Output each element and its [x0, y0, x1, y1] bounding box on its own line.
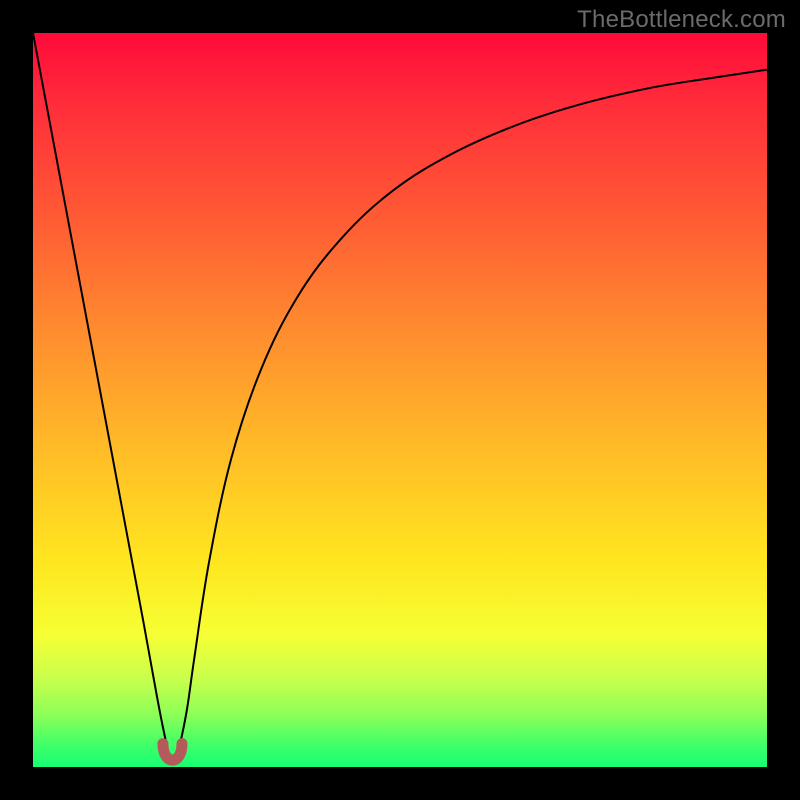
bottom-u-cap — [163, 744, 182, 761]
watermark-text: TheBottleneck.com — [577, 6, 786, 34]
plot-area — [33, 33, 767, 767]
chart-frame: TheBottleneck.com — [0, 0, 800, 800]
curve-layer — [33, 33, 767, 767]
bottleneck-curve — [33, 33, 767, 761]
